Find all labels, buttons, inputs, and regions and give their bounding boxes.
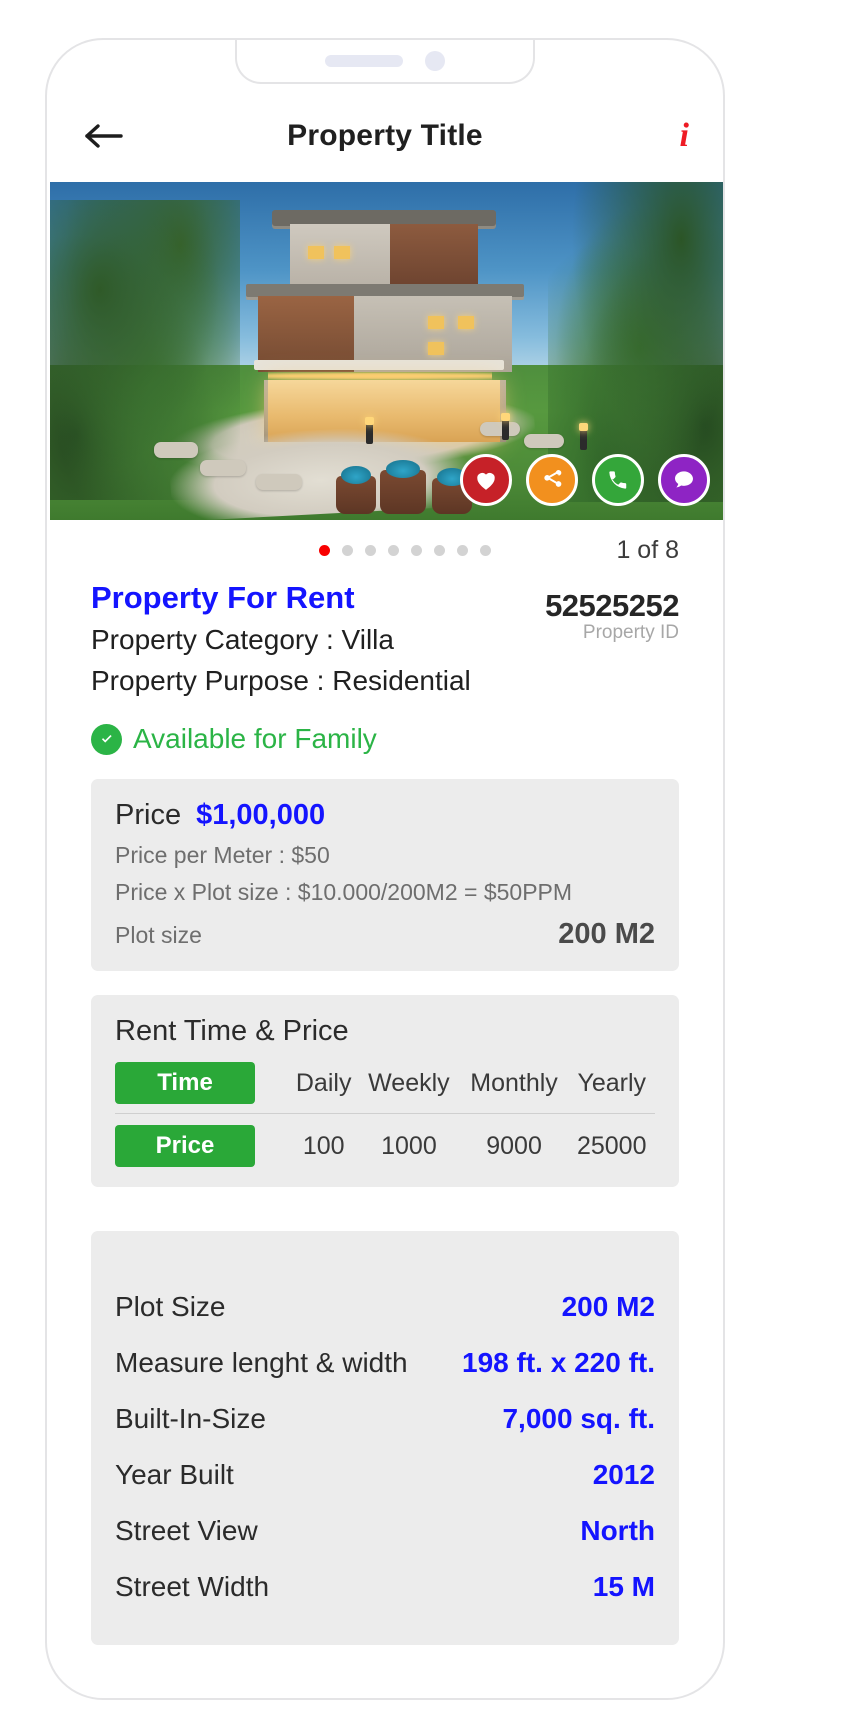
price-panel: Price $1,00,000 Price per Meter : $50 Pr… — [91, 779, 679, 972]
overview-left: Property For Rent Property Category : Vi… — [91, 580, 545, 701]
spec-value: 200 M2 — [561, 1291, 655, 1323]
dot-6[interactable] — [434, 545, 445, 556]
back-button[interactable] — [81, 116, 127, 156]
price-weekly: 1000 — [381, 1131, 437, 1160]
app-header: Property Title i — [47, 100, 723, 172]
favorite-button[interactable] — [460, 454, 512, 506]
spec-label: Built-In-Size — [115, 1403, 266, 1435]
plot-size-value: 200 M2 — [558, 918, 655, 951]
dot-2[interactable] — [342, 545, 353, 556]
price-value: $1,00,000 — [196, 799, 326, 832]
check-circle-icon — [91, 723, 122, 755]
planter-pot — [380, 460, 426, 514]
villa-building — [228, 210, 540, 442]
dot-4[interactable] — [388, 545, 399, 556]
price-per-meter: Price per Meter : $50 — [115, 842, 330, 869]
price-tag[interactable]: Price — [115, 1125, 255, 1168]
dot-5[interactable] — [411, 545, 422, 556]
rent-panel: Rent Time & Price Time Daily Weekly Mont… — [91, 995, 679, 1188]
rent-panel-title: Rent Time & Price — [115, 1015, 349, 1048]
back-arrow-icon — [85, 124, 123, 148]
dot-list — [319, 545, 491, 556]
dot-8[interactable] — [480, 545, 491, 556]
page-content: Property For Rent Property Category : Vi… — [47, 580, 723, 1646]
price-tag-cell: Price — [115, 1114, 289, 1168]
image-action-buttons — [460, 454, 710, 506]
phone-frame: Property Title i 1 of 8 Property For Ren… — [45, 38, 725, 1700]
spec-row-plot-size: Plot Size 200 M2 — [115, 1279, 655, 1335]
gallery-pagination: 1 of 8 — [47, 536, 723, 565]
dot-3[interactable] — [365, 545, 376, 556]
overview-right: 52525252 Property ID — [545, 580, 679, 644]
rent-time-row: Time Daily Weekly Monthly Yearly — [115, 1062, 655, 1115]
price-daily: 100 — [302, 1131, 345, 1160]
rent-price-row: Price 100 1000 9000 25000 — [115, 1114, 655, 1168]
price-calculation: Price x Plot size : $10.000/200M2 = $50P… — [115, 879, 573, 906]
price-monthly: 9000 — [486, 1131, 542, 1160]
spec-label: Street View — [115, 1515, 258, 1547]
garden-lamp — [579, 423, 588, 450]
availability-badge: Available for Family — [91, 723, 679, 755]
availability-text: Available for Family — [133, 723, 377, 755]
share-icon — [544, 470, 562, 487]
price-label: Price — [115, 799, 182, 832]
plot-size-label: Plot size — [115, 922, 202, 949]
page-title: Property Title — [287, 119, 483, 152]
property-category: Property Category : Villa — [91, 624, 394, 655]
listing-type: Property For Rent — [91, 580, 355, 615]
garden-lamp — [501, 413, 510, 440]
plot-size-row: Plot size 200 M2 — [115, 918, 655, 951]
chat-icon — [675, 471, 693, 488]
period-daily: Daily — [289, 1062, 359, 1115]
price-headline: Price $1,00,000 — [115, 799, 655, 832]
spec-row-street-view: Street View North — [115, 1503, 655, 1559]
spec-label: Measure lenght & width — [115, 1347, 408, 1379]
chat-button[interactable] — [658, 454, 710, 506]
info-icon[interactable]: i — [643, 119, 689, 153]
property-id-label: Property ID — [582, 622, 679, 643]
image-counter: 1 of 8 — [616, 536, 679, 564]
spec-value: 15 M — [592, 1571, 655, 1603]
call-button[interactable] — [592, 454, 644, 506]
spec-value: North — [580, 1515, 655, 1547]
specifications-panel: Plot Size 200 M2 Measure lenght & width … — [91, 1231, 679, 1646]
property-purpose: Property Purpose : Residential — [91, 664, 471, 696]
spec-value: 198 ft. x 220 ft. — [462, 1347, 655, 1379]
spec-row-measure: Measure lenght & width 198 ft. x 220 ft. — [115, 1335, 655, 1391]
share-button[interactable] — [526, 454, 578, 506]
property-overview: Property For Rent Property Category : Vi… — [91, 580, 679, 701]
garden-lamp — [365, 417, 374, 444]
property-id-value: 52525252 — [545, 588, 679, 623]
spec-label: Year Built — [115, 1459, 234, 1491]
dot-1[interactable] — [319, 545, 330, 556]
heart-icon — [477, 472, 495, 490]
rent-table: Time Daily Weekly Monthly Yearly Price 1… — [115, 1062, 655, 1168]
period-monthly: Monthly — [459, 1062, 569, 1115]
property-image[interactable] — [50, 182, 723, 520]
spec-row-built-in-size: Built-In-Size 7,000 sq. ft. — [115, 1391, 655, 1447]
period-weekly: Weekly — [358, 1062, 460, 1115]
spec-value: 2012 — [592, 1459, 655, 1491]
phone-icon — [609, 471, 627, 489]
spec-label: Street Width — [115, 1571, 270, 1603]
price-yearly: 25000 — [576, 1131, 647, 1160]
planter-pot — [336, 466, 376, 514]
time-tag[interactable]: Time — [115, 1062, 255, 1105]
phone-notch — [235, 40, 535, 84]
spec-row-year-built: Year Built 2012 — [115, 1447, 655, 1503]
spec-value: 7,000 sq. ft. — [502, 1403, 655, 1435]
spec-label: Plot Size — [115, 1291, 226, 1323]
time-tag-cell: Time — [115, 1062, 290, 1115]
spec-row-street-width: Street Width 15 M — [115, 1559, 655, 1615]
speaker-grille — [325, 55, 403, 67]
front-camera — [425, 51, 445, 71]
period-yearly: Yearly — [568, 1062, 655, 1115]
dot-7[interactable] — [457, 545, 468, 556]
